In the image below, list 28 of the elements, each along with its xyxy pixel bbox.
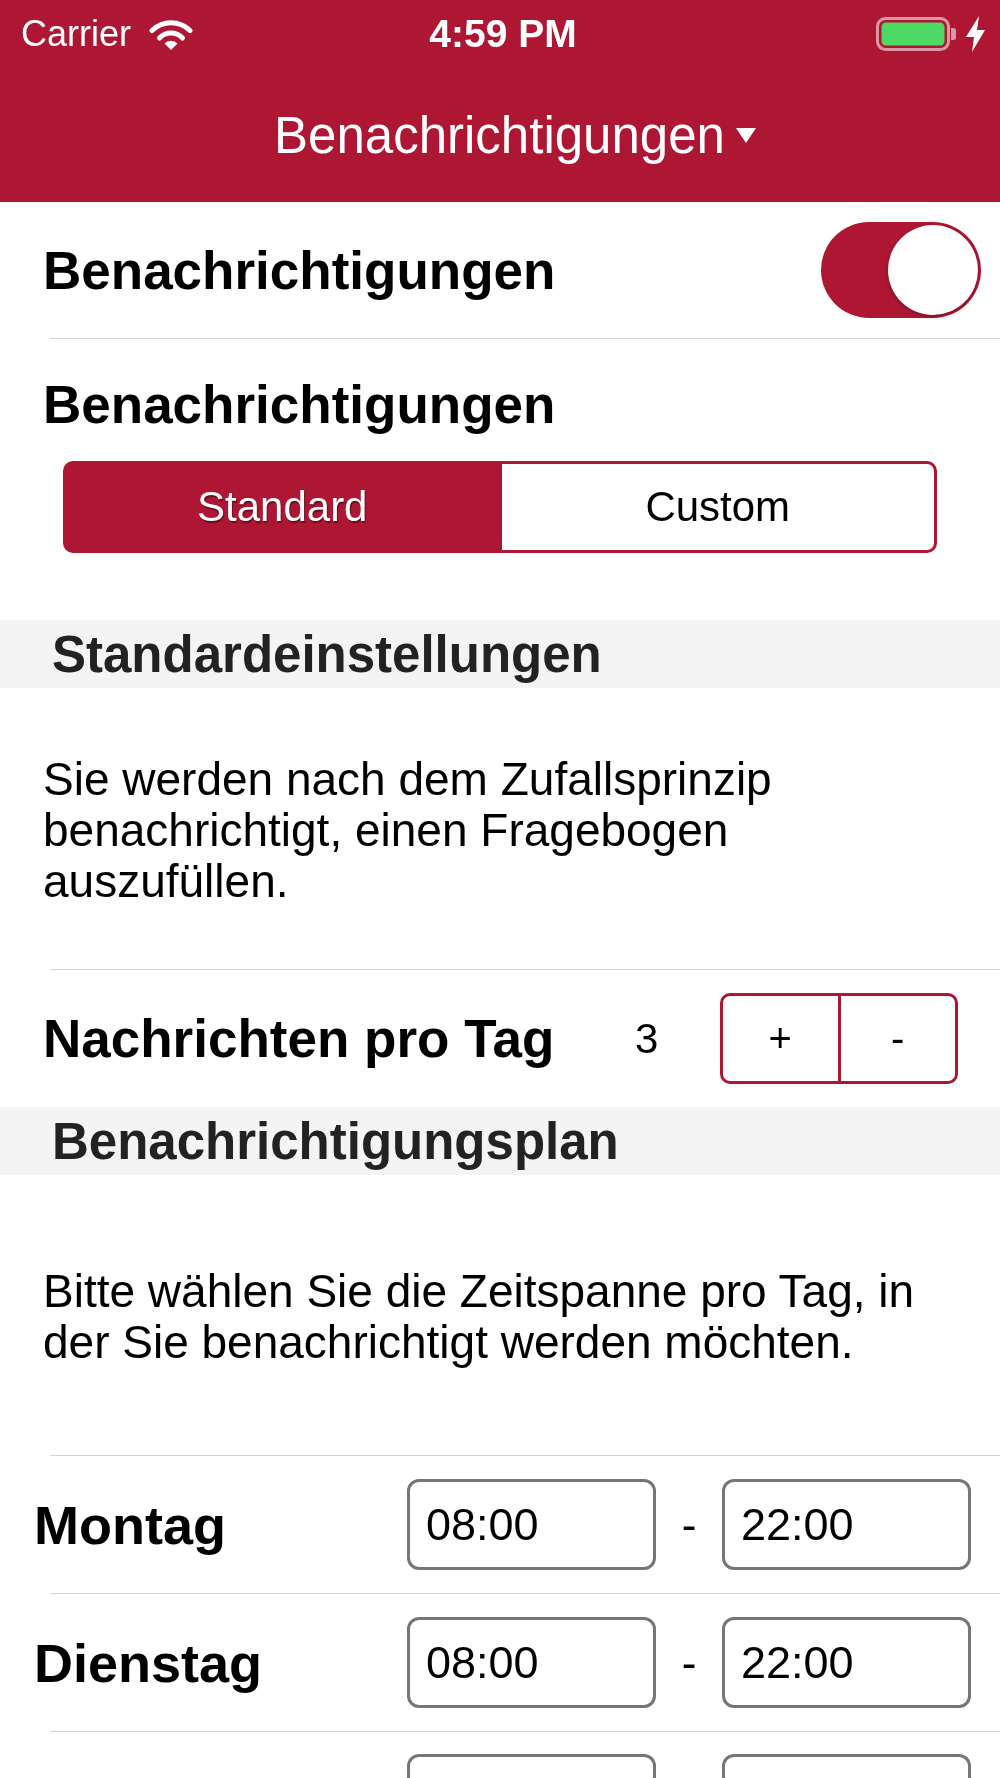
segment-tab[interactable]: Standard — [63, 461, 499, 553]
wifi-icon — [149, 18, 193, 50]
section-header: Standardeinstellungen — [0, 620, 1000, 688]
description-text: Sie werden nach dem Zufallsprinzip benachrichtigt, einen Fragebogen auszufüllen. — [43, 754, 773, 907]
status-time: 4:59 PM — [429, 12, 577, 56]
day-label: Dienstag — [34, 1631, 264, 1694]
day-label: Montag — [34, 1493, 227, 1556]
segment-tab[interactable]: Custom — [498, 461, 937, 553]
decrement-button[interactable]: - — [837, 993, 958, 1084]
time-field[interactable]: 22:00 — [722, 1479, 971, 1570]
increment-button[interactable]: + — [720, 993, 838, 1084]
lightning-bolt-icon — [966, 16, 985, 52]
caret-icon — [735, 127, 756, 143]
battery-icon — [876, 17, 956, 51]
count-value: 3 — [635, 1014, 660, 1063]
range-dash: - — [680, 1637, 698, 1688]
time-field[interactable]: 08:00 — [407, 1479, 656, 1570]
title-dropdown[interactable]: Benachrichtigungen — [274, 105, 756, 165]
time-field[interactable] — [722, 1754, 971, 1778]
range-dash: - — [680, 1499, 698, 1550]
setting-label: Benachrichtigungen — [43, 239, 556, 301]
time-field[interactable]: 22:00 — [722, 1617, 971, 1708]
carrier-label: Carrier — [21, 13, 131, 55]
time-field[interactable]: 08:00 — [407, 1617, 656, 1708]
description-text: Bitte wählen Sie die Zeitspanne pro Tag, in der Sie benachrichtigt werden möchten. — [43, 1266, 916, 1368]
setting-label: Nachrichten pro Tag — [43, 1008, 556, 1069]
time-field[interactable] — [407, 1754, 656, 1778]
section-header: Benachrichtigungsplan — [0, 1107, 1000, 1175]
